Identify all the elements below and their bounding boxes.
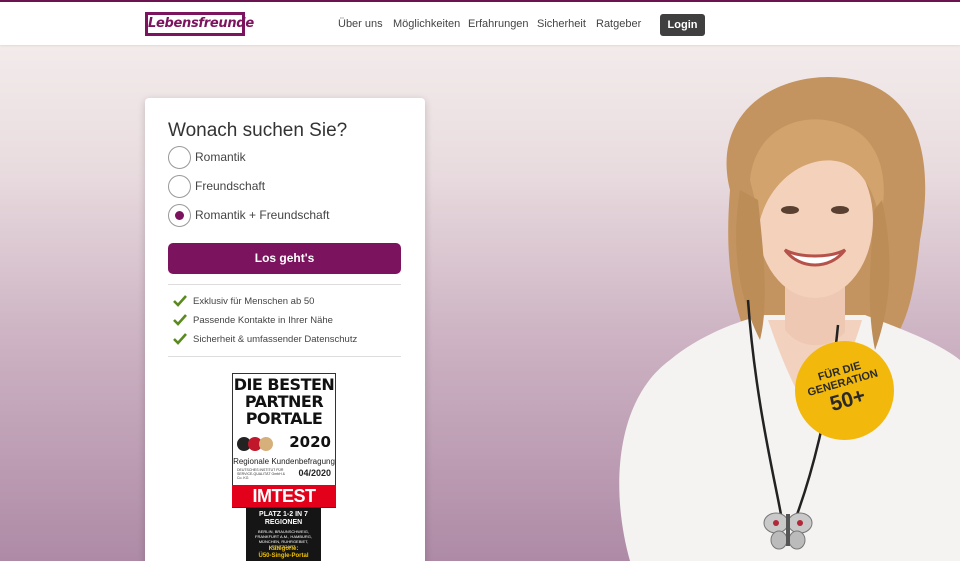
seal-category: Kategorie: Ü50-Single-Portal	[246, 546, 321, 560]
seal-line2: PARTNER	[244, 392, 324, 411]
radio-button-selected[interactable]	[168, 204, 191, 227]
benefit-label: Exklusiv für Menschen ab 50	[193, 296, 315, 307]
divider	[168, 284, 401, 285]
seal-line1: DIE BESTEN	[233, 375, 335, 394]
option-freundschaft[interactable]: Freundschaft	[168, 175, 408, 199]
seal-rating-row: 2020	[237, 433, 333, 453]
option-label[interactable]: Freundschaft	[195, 179, 265, 193]
butterfly-pendant	[763, 512, 813, 550]
login-button[interactable]: Login	[660, 14, 705, 36]
seal-institute: DEUTSCHES INSTITUT FÜR SERVICE-QUALITÄT …	[237, 468, 285, 481]
benefit-item: Passende Kontakte in Ihrer Nähe	[173, 314, 403, 330]
option-label[interactable]: Romantik + Freundschaft	[195, 208, 329, 222]
nav-link-ueber-uns[interactable]: Über uns	[338, 18, 383, 30]
checkmark-icon	[173, 333, 187, 345]
benefit-label: Passende Kontakte in Ihrer Nähe	[193, 315, 333, 326]
nav-link-sicherheit[interactable]: Sicherheit	[537, 18, 586, 30]
seal-rank: PLATZ 1-2 IN 7 REGIONEN	[259, 511, 308, 526]
nav-link-ratgeber[interactable]: Ratgeber	[596, 18, 641, 30]
checkmark-icon	[173, 314, 187, 326]
benefit-label: Sicherheit & umfassender Datenschutz	[193, 334, 358, 345]
option-romantik[interactable]: Romantik	[168, 146, 408, 170]
award-seal: DIE BESTEN PARTNER PORTALE 2020 Regional…	[232, 373, 336, 508]
nav-link-moeglichkeiten[interactable]: Möglichkeiten	[393, 18, 460, 30]
benefit-item: Exklusiv für Menschen ab 50	[173, 295, 403, 311]
seal-subtitle: Regionale Kundenbefragung	[233, 457, 335, 466]
seal-line3: PORTALE	[245, 409, 323, 428]
los-gehts-button[interactable]: Los geht's	[168, 243, 401, 274]
seal-year: 2020	[289, 433, 331, 451]
option-label[interactable]: Romantik	[195, 150, 246, 164]
option-romantik-freundschaft[interactable]: Romantik + Freundschaft	[168, 204, 408, 228]
nav-link-erfahrungen[interactable]: Erfahrungen	[468, 18, 529, 30]
search-form-card: Wonach suchen Sie? Romantik Freundschaft…	[145, 98, 425, 561]
hero-portrait-image	[619, 76, 960, 561]
rating-dot-icon	[259, 437, 273, 451]
radio-button[interactable]	[168, 146, 191, 169]
benefit-item: Sicherheit & umfassender Datenschutz	[173, 333, 403, 349]
radio-button[interactable]	[168, 175, 191, 198]
seal-heading: DIE BESTEN PARTNER PORTALE	[233, 376, 335, 427]
seal-ranking-panel: PLATZ 1-2 IN 7 REGIONEN BERLIN, BRAUNSCH…	[246, 508, 321, 561]
seal-category-value: Ü50-Single-Portal	[258, 553, 309, 559]
seal-category-label: Kategorie:	[268, 546, 299, 552]
divider	[168, 356, 401, 357]
generation-50-plus-badge: FÜR DIE GENERATION 50+	[795, 341, 894, 440]
seal-brand: IMTEST	[232, 485, 336, 507]
form-title: Wonach suchen Sie?	[168, 120, 348, 141]
checkmark-icon	[173, 295, 187, 307]
top-navigation-bar: Lebensfreunde Über uns Möglichkeiten Erf…	[0, 0, 960, 45]
site-logo[interactable]: Lebensfreunde	[145, 12, 254, 36]
seal-date: 04/2020	[298, 468, 331, 478]
